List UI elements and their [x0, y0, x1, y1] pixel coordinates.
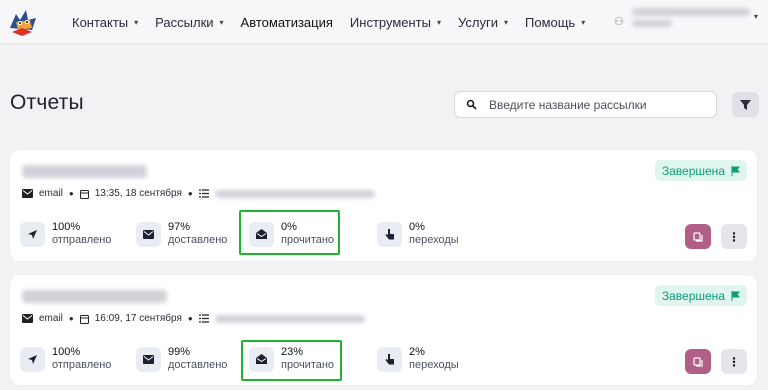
calendar-icon [79, 314, 89, 324]
stat-value: 97% [168, 221, 191, 233]
status-badge: Завершена [654, 285, 747, 306]
send-icon [20, 346, 45, 372]
stat-value: 100% [52, 221, 81, 233]
more-vertical-icon: ⋮ [728, 229, 740, 244]
nav-item-label: Услуги [458, 14, 498, 30]
nav-item-tools[interactable]: Инструменты ▾ [350, 15, 441, 30]
nav-item-label: Инструменты [349, 14, 431, 30]
chevron-down-icon: ▾ [753, 12, 758, 21]
logo-icon[interactable] [6, 6, 40, 38]
more-options-button[interactable]: ⋮ [721, 224, 747, 249]
copy-button[interactable] [685, 349, 711, 374]
separator-dot: ● [68, 314, 74, 323]
report-title-blurred [22, 290, 167, 303]
chevron-down-icon: ▾ [581, 17, 586, 27]
envelope-icon [136, 221, 161, 247]
user-menu[interactable]: ⚇ ▾ [614, 8, 764, 36]
nav-item-label: Рассылки [155, 14, 214, 30]
stat-label: переходы [409, 234, 459, 246]
list-icon [198, 314, 209, 323]
copy-icon [693, 231, 703, 242]
stat-label: доставлено [168, 234, 228, 246]
user-icon: ⚇ [614, 16, 624, 28]
stat-label: отправлено [52, 234, 112, 246]
more-vertical-icon: ⋮ [728, 354, 740, 369]
report-list-blurred [214, 189, 375, 198]
envelope-icon [22, 189, 33, 198]
stat-label: отправлено [52, 359, 112, 371]
chevron-down-icon: ▾ [436, 17, 441, 27]
stat-value: 2% [409, 346, 425, 358]
more-options-button[interactable]: ⋮ [721, 349, 747, 374]
stat-sent: 100% отправлено [20, 346, 111, 372]
nav-item-label: Помощь [525, 14, 576, 30]
search-icon [466, 99, 477, 110]
page-title: Отчеты [10, 91, 84, 114]
pointer-hand-icon [377, 346, 402, 372]
flag-icon [731, 290, 740, 301]
report-datetime: 16:09, 17 сентября [94, 313, 182, 324]
main-menu: Контакты ▾ Рассылки ▾ Автоматизация Инст… [72, 0, 602, 44]
nav-item-label: Контакты [72, 14, 129, 30]
highlight-box [239, 210, 340, 255]
report-meta: email ● 13:35, 18 сентября ● [22, 188, 375, 199]
chevron-down-icon: ▾ [219, 17, 224, 27]
status-label: Завершена [661, 288, 725, 303]
stat-value: 0% [409, 221, 425, 233]
nav-item-automation[interactable]: Автоматизация [241, 15, 333, 30]
status-badge: Завершена [654, 160, 747, 181]
report-list-blurred [214, 314, 365, 323]
user-info-blurred [631, 8, 750, 27]
stat-value: 99% [168, 346, 191, 358]
report-datetime: 13:35, 18 сентября [94, 188, 182, 199]
list-icon [198, 189, 209, 198]
nav-item-services[interactable]: Услуги ▾ [458, 15, 508, 30]
status-label: Завершена [661, 163, 725, 178]
envelope-icon [22, 314, 33, 323]
stat-label: переходы [409, 359, 459, 371]
nav-item-help[interactable]: Помощь ▾ [525, 15, 585, 30]
search-box[interactable] [454, 91, 717, 118]
top-navigation-bar: Контакты ▾ Рассылки ▾ Автоматизация Инст… [0, 0, 768, 44]
separator-dot: ● [187, 189, 193, 198]
chevron-down-icon: ▾ [134, 17, 139, 27]
search-input[interactable] [489, 97, 699, 112]
stat-clicks: 0% переходы [377, 221, 459, 247]
separator-dot: ● [68, 189, 74, 198]
filter-button[interactable] [732, 92, 759, 117]
stat-sent: 100% отправлено [20, 221, 111, 247]
highlight-box [241, 340, 342, 381]
separator-dot: ● [187, 314, 193, 323]
stat-clicks: 2% переходы [377, 346, 459, 372]
nav-item-label: Автоматизация [240, 14, 333, 30]
stat-delivered: 99% доставлено [136, 346, 227, 372]
chevron-down-icon: ▾ [503, 17, 508, 27]
pointer-hand-icon [377, 221, 402, 247]
stat-delivered: 97% доставлено [136, 221, 227, 247]
report-card[interactable]: Завершена email ● 13:35, 18 сентября ● 1… [10, 150, 757, 261]
nav-item-mailings[interactable]: Рассылки ▾ [155, 15, 223, 30]
flag-icon [731, 165, 740, 176]
report-title-blurred [22, 165, 147, 178]
envelope-icon [136, 346, 161, 372]
stat-label: доставлено [168, 359, 228, 371]
stat-value: 100% [52, 346, 81, 358]
channel-label: email [39, 188, 63, 199]
send-icon [20, 221, 45, 247]
channel-label: email [39, 313, 63, 324]
filter-icon [740, 99, 751, 110]
report-meta: email ● 16:09, 17 сентября ● [22, 313, 365, 324]
nav-item-contacts[interactable]: Контакты ▾ [72, 15, 138, 30]
calendar-icon [79, 189, 89, 199]
report-card[interactable]: Завершена email ● 16:09, 17 сентября ● 1… [10, 275, 757, 385]
copy-button[interactable] [685, 224, 711, 249]
copy-icon [693, 356, 703, 367]
